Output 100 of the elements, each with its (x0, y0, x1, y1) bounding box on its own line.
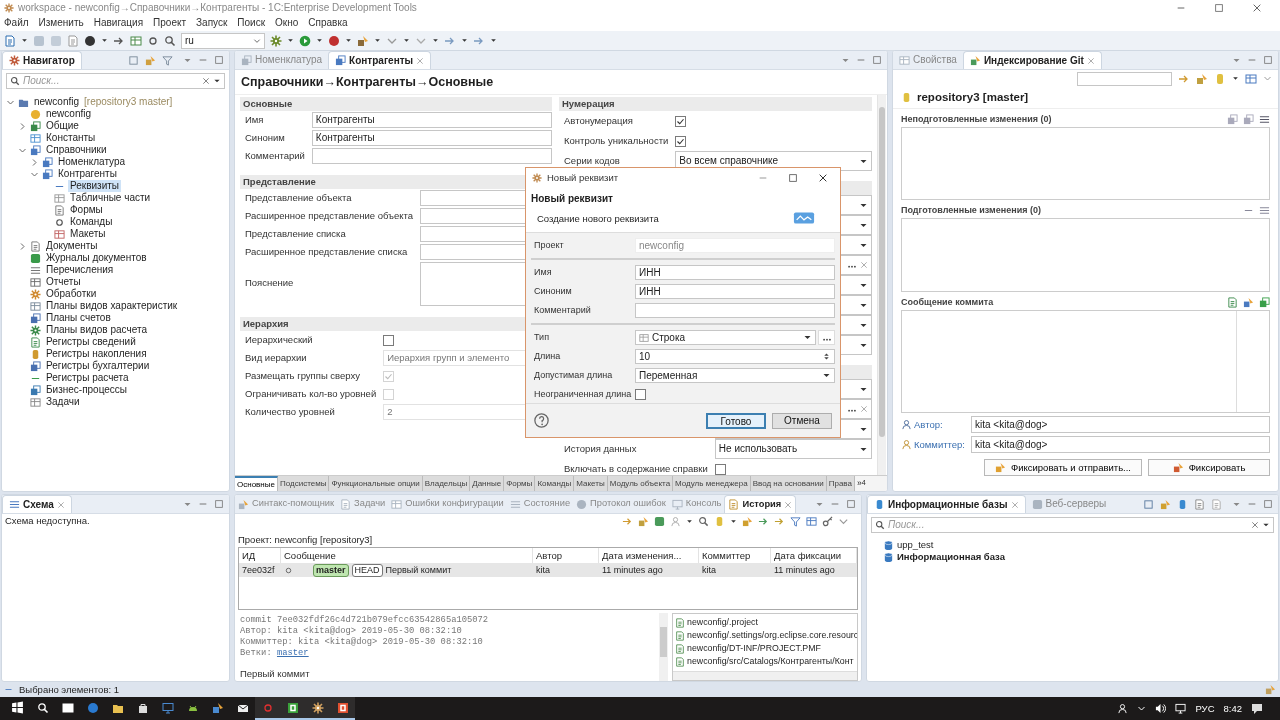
field-label: Размещать группы сверху (245, 369, 361, 384)
field-label: Иерархический (245, 333, 314, 348)
menu-item[interactable]: Файл (4, 17, 29, 29)
tree-item[interactable]: newconfig (44, 108, 94, 120)
tree-item[interactable]: Общие (44, 120, 81, 132)
table-cell-text: 11 minutes ago (601, 563, 664, 577)
infobase-item[interactable]: Информационная база (897, 551, 1005, 563)
menu-item[interactable]: Поиск (237, 17, 266, 29)
tree-item[interactable]: Контрагенты (56, 168, 119, 180)
menu-item[interactable]: Навигация (93, 17, 144, 29)
form-tab[interactable]: Ввод на основании (750, 476, 827, 491)
form-tab[interactable]: Владельцы (422, 476, 471, 491)
section-title: Подготовленные изменения (0) (901, 205, 1042, 216)
tree-item[interactable]: Журналы документов (44, 252, 149, 264)
cancel-button[interactable]: Отмена (772, 412, 832, 429)
tree-item[interactable]: Номенклатура (56, 156, 128, 168)
commit-info-line: Автор: kita <kita@dog> 2019-05-30 08:32:10 (240, 626, 463, 637)
form-tab[interactable]: Макеты (574, 476, 608, 491)
menu-item[interactable]: Справка (308, 17, 348, 29)
commit-message: Первый коммит (385, 564, 452, 576)
clock[interactable]: 8:42 (1223, 702, 1242, 715)
tree-item[interactable]: Задачи (44, 396, 82, 408)
form-tab[interactable]: Команды (535, 476, 575, 491)
tree-item[interactable]: Обработки (44, 288, 99, 300)
tree-item[interactable]: Справочники (44, 144, 109, 156)
field-label: Расширенное представление объекта (245, 209, 414, 224)
file-path[interactable]: newconfig/.project (687, 617, 758, 628)
field-label: Представление объекта (245, 191, 353, 206)
menu-item[interactable]: Окно (275, 17, 299, 29)
tree-item[interactable]: Планы видов расчета (44, 324, 149, 336)
panel-tab[interactable]: Схема (2, 495, 72, 513)
menu-item[interactable]: Изменить (38, 17, 84, 29)
field-label: Расширенное представление списка (245, 245, 409, 260)
panel-tab[interactable]: Контрагенты (328, 51, 432, 69)
text-field[interactable]: ИНН (635, 265, 835, 280)
tree-item[interactable]: Отчеты (44, 276, 83, 288)
field-label: Тип (533, 331, 550, 345)
menu-item[interactable]: Запуск (196, 17, 228, 29)
tree-item[interactable]: Константы (44, 132, 98, 144)
field-label: Представление списка (245, 227, 347, 242)
finish-button[interactable]: Готово (706, 412, 766, 429)
table-cell-text: 11 minutes ago (773, 563, 836, 577)
text-field[interactable]: ИНН (635, 284, 835, 299)
dropdown-field[interactable]: Переменная (635, 368, 835, 383)
tree-item[interactable]: Макеты (68, 228, 108, 240)
author-field[interactable]: kita <kita@dog> (971, 416, 1270, 433)
tree-item[interactable]: Документы (44, 240, 100, 252)
field-label: Синоним (533, 285, 573, 299)
menu-item[interactable]: Проект (153, 17, 187, 29)
form-tab[interactable]: Модуль менеджера (673, 476, 751, 491)
field-label: История данных (564, 442, 638, 457)
committer-label[interactable]: Коммиттер: (914, 438, 969, 451)
tree-item[interactable]: Планы видов характеристик (44, 300, 180, 312)
field-label: Количество уровней (245, 405, 336, 420)
dropdown-field[interactable]: Не использовать (714, 439, 872, 459)
tree-item[interactable]: Формы (68, 204, 105, 216)
tree-item[interactable]: Регистры бухгалтерии (44, 360, 152, 372)
tree-item[interactable]: Планы счетов (44, 312, 113, 324)
dialog-title: Новый реквизит (547, 171, 619, 184)
tree-item[interactable]: Регистры расчета (44, 372, 131, 384)
form-tab[interactable]: Основные (235, 476, 278, 491)
file-path[interactable]: newconfig/DT-INF/PROJECT.PMF (687, 643, 821, 654)
panel-tab[interactable]: Информационные базы (867, 495, 1026, 513)
table-row[interactable]: 7ee032f master HEAD Первый коммит kita 11 minutes ago kita 11 minutes ago (239, 563, 857, 578)
number-field[interactable]: 10 (635, 349, 835, 364)
form-tab[interactable]: Подсистемы (277, 476, 330, 491)
tree-item[interactable]: Перечисления (44, 264, 116, 276)
file-path[interactable]: newconfig/.settings/org.eclipse.core.resourc (687, 630, 857, 641)
commit-message-text: Первый коммит (240, 667, 311, 679)
text-field[interactable]: Контрагенты (311, 112, 552, 128)
form-tab[interactable]: Данные (470, 476, 505, 491)
branch-link[interactable]: master (276, 648, 309, 658)
dialog-description: Создание нового реквизита (536, 212, 660, 225)
commit-button[interactable]: Фиксировать (1148, 459, 1270, 476)
author-label[interactable]: Автор: (914, 418, 969, 431)
tree-item[interactable]: Регистры накопления (44, 348, 149, 360)
section-header: Нумерация (559, 97, 872, 111)
tree-item[interactable]: Команды (68, 216, 115, 228)
tree-item[interactable]: Бизнес-процессы (44, 384, 130, 396)
input-language[interactable]: РУС (1195, 702, 1215, 715)
form-tab[interactable]: Формы (504, 476, 536, 491)
file-path[interactable]: newconfig/src/Catalogs/Контрагенты/Конт (687, 656, 854, 667)
tree-item[interactable]: newconfig (32, 96, 82, 108)
committer-field[interactable]: kita <kita@dog> (971, 436, 1270, 453)
tree-item[interactable]: Табличные части (68, 192, 153, 204)
table-cell-text: kita (535, 563, 551, 577)
infobase-item[interactable]: upp_test (897, 539, 934, 551)
form-tab[interactable]: Модуль объекта (607, 476, 674, 491)
field-label: Допустимая длина (533, 369, 614, 383)
form-tab[interactable]: Функциональные опции (329, 476, 423, 491)
type-dropdown[interactable]: Строка (635, 330, 816, 345)
form-tab[interactable]: Права (826, 476, 855, 491)
language-dropdown[interactable]: ru (181, 32, 265, 49)
tree-item[interactable]: Регистры сведений (44, 336, 138, 348)
panel-tab[interactable]: История (724, 495, 797, 513)
panel-tab[interactable]: Навигатор (2, 51, 82, 69)
panel-tab[interactable]: Индексирование Git (962, 51, 1102, 69)
commit-and-push-button[interactable]: Фиксировать и отправить... (983, 459, 1142, 476)
tree-item[interactable]: Реквизиты (68, 180, 121, 192)
text-field[interactable]: Контрагенты (311, 130, 552, 146)
